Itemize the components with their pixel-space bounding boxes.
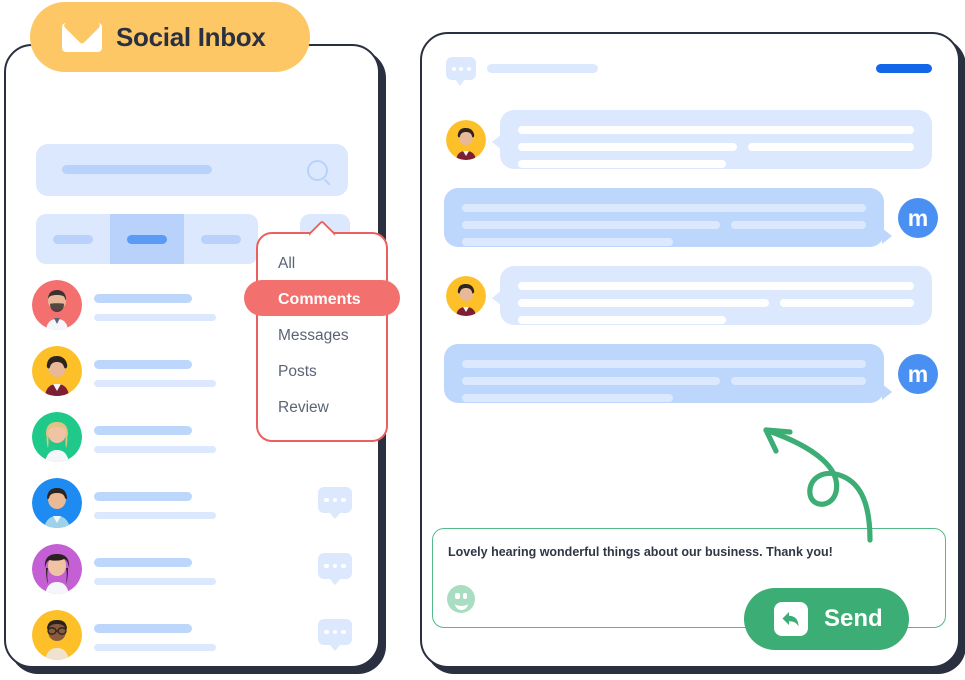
bubble-tail xyxy=(882,228,892,244)
search-icon xyxy=(307,160,328,181)
list-item-lines xyxy=(94,558,216,585)
list-item-lines xyxy=(94,624,216,651)
avatar xyxy=(446,276,486,316)
menu-item-comments[interactable]: Comments xyxy=(258,282,386,318)
list-item[interactable] xyxy=(32,544,352,602)
tab-label-bar xyxy=(127,234,167,244)
send-button[interactable]: Send xyxy=(744,588,909,650)
chat-bubble-icon[interactable] xyxy=(318,487,352,519)
avatar xyxy=(32,412,82,462)
chat-bubble-icon[interactable] xyxy=(318,619,352,651)
social-inbox-label: Social Inbox xyxy=(116,21,266,52)
tab-label-bar xyxy=(201,234,241,244)
list-item-lines xyxy=(94,492,216,519)
tab-segment-1[interactable] xyxy=(36,214,110,264)
chat-bubble-icon[interactable] xyxy=(318,553,352,585)
bubble-tail xyxy=(882,384,892,400)
reply-arrow-icon xyxy=(774,602,808,636)
send-button-label: Send xyxy=(824,605,883,632)
avatar-letter: m xyxy=(907,360,929,387)
tab-label-bar xyxy=(53,234,93,244)
search-placeholder-bar xyxy=(62,165,212,174)
bubble-tail xyxy=(492,134,502,150)
list-item[interactable] xyxy=(32,478,352,536)
avatar xyxy=(446,120,486,160)
avatar-brand-m: m xyxy=(898,354,938,394)
segmented-tabs[interactable] xyxy=(36,214,258,264)
avatar xyxy=(32,478,82,528)
menu-item-posts[interactable]: Posts xyxy=(258,354,386,390)
envelope-icon xyxy=(62,22,102,52)
tab-segment-3[interactable] xyxy=(184,214,258,264)
list-item-lines xyxy=(94,426,216,453)
message-bubble xyxy=(492,110,932,169)
list-item-lines xyxy=(94,360,216,387)
message-bubble xyxy=(444,344,892,403)
chat-bubble-icon xyxy=(446,57,476,86)
conversation-title-bar xyxy=(487,64,598,73)
curly-arrow-icon xyxy=(763,427,873,543)
screenshot-root: m m Lovely hearing wonderful things abou… xyxy=(0,0,965,680)
smiley-icon[interactable] xyxy=(447,585,475,613)
menu-item-messages[interactable]: Messages xyxy=(258,318,386,354)
list-item[interactable] xyxy=(32,610,352,668)
avatar-letter: m xyxy=(907,204,929,231)
list-item-lines xyxy=(94,294,216,321)
header-action-bar[interactable] xyxy=(876,64,932,73)
social-inbox-badge: Social Inbox xyxy=(30,2,310,72)
filter-dropdown-menu: All Comments Messages Posts Review xyxy=(244,232,400,442)
menu-item-review[interactable]: Review xyxy=(258,390,386,426)
avatar xyxy=(32,544,82,594)
message-bubble xyxy=(492,266,932,325)
bubble-tail xyxy=(492,290,502,306)
avatar xyxy=(32,280,82,330)
avatar xyxy=(32,346,82,396)
compose-text[interactable]: Lovely hearing wonderful things about ou… xyxy=(448,545,833,559)
avatar xyxy=(32,610,82,660)
message-bubble xyxy=(444,188,892,247)
search-input[interactable] xyxy=(36,144,348,196)
menu-item-all[interactable]: All xyxy=(258,246,386,282)
tab-segment-2[interactable] xyxy=(110,214,184,264)
avatar-brand-m: m xyxy=(898,198,938,238)
